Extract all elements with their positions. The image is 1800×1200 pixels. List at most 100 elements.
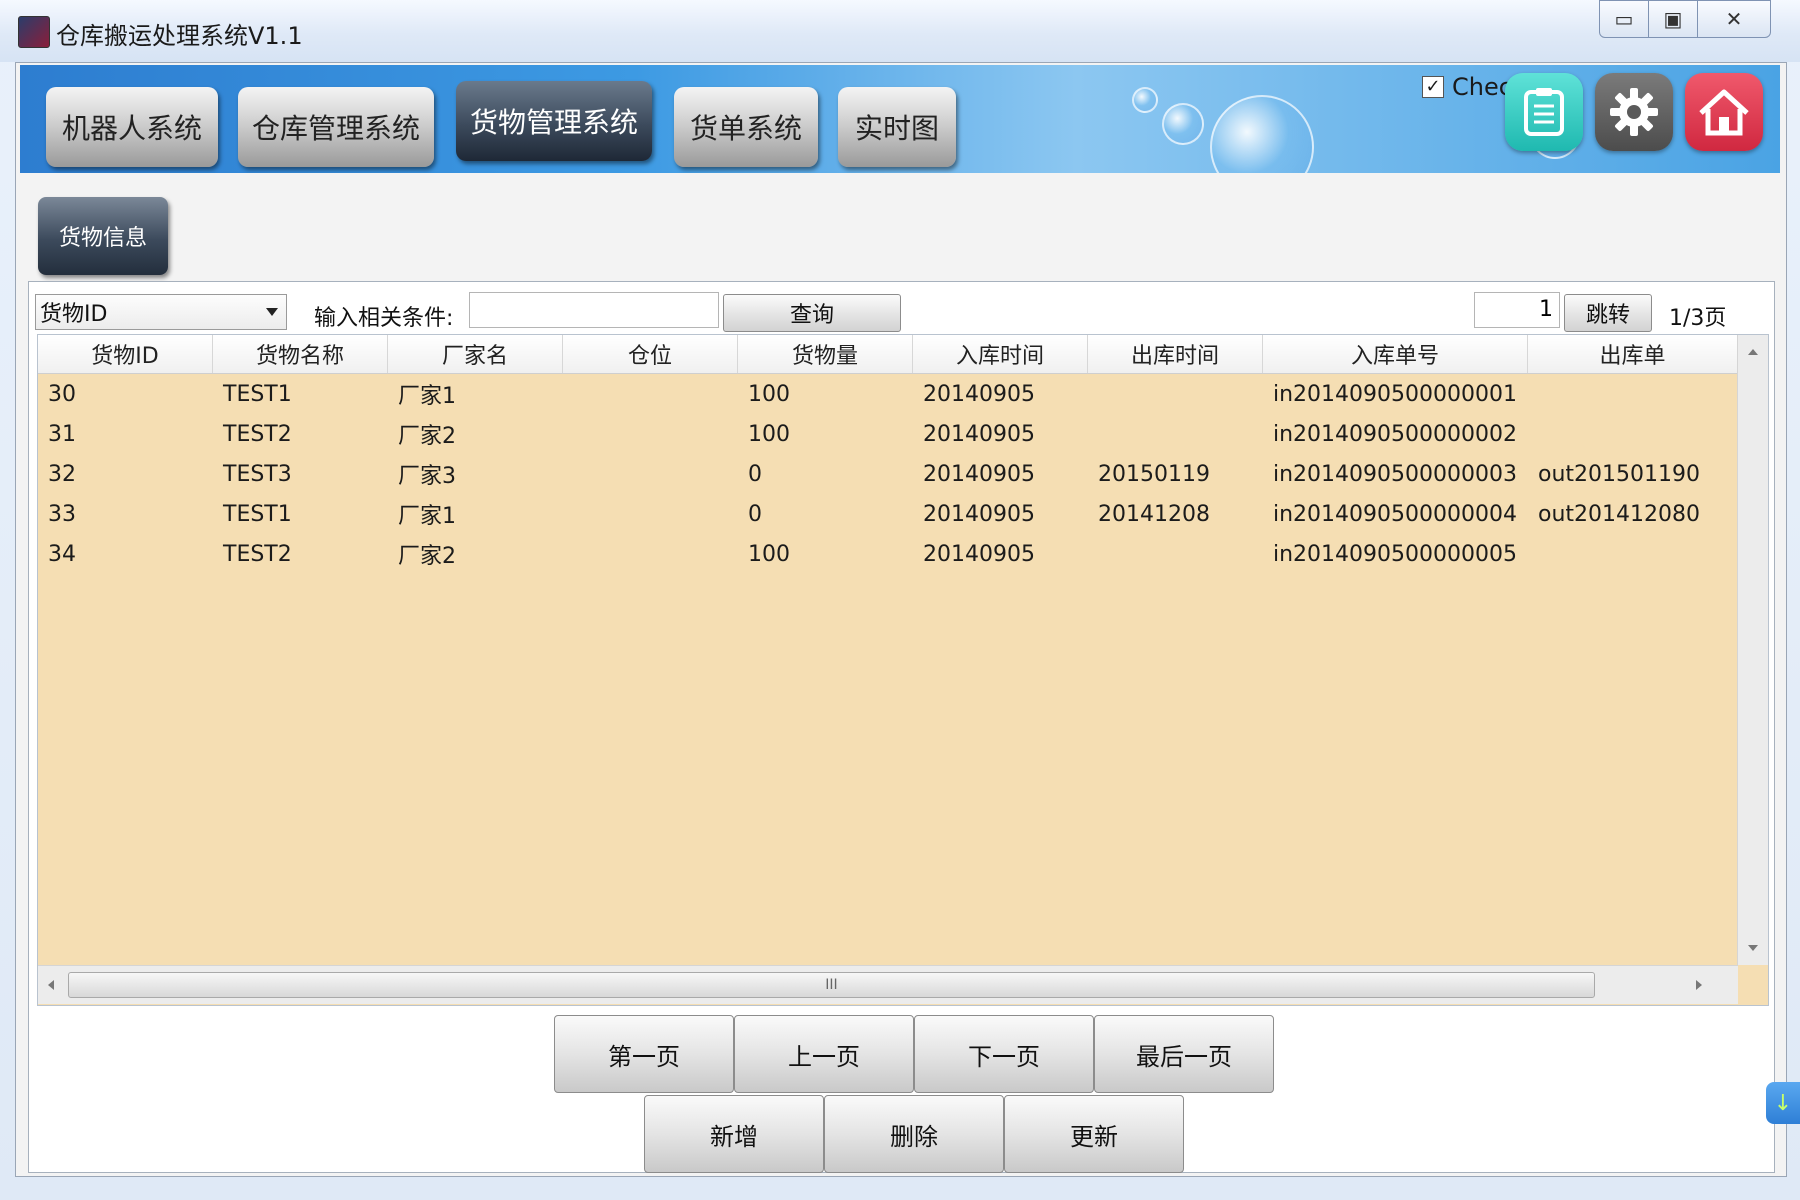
table-cell: in2014090500000002 <box>1273 421 1518 447</box>
table-cell: 32 <box>48 461 76 487</box>
table-cell: 20141208 <box>1098 501 1210 527</box>
table-cell: TEST2 <box>223 541 292 567</box>
table-body: 30 TEST1 厂家1 100 20140905 in201409050000… <box>38 374 1738 964</box>
table-cell <box>563 374 738 414</box>
table-row[interactable]: 34 TEST2 厂家2 100 20140905 in201409050000… <box>38 534 1738 574</box>
table-cell: 20140905 <box>923 461 1035 487</box>
add-button[interactable]: 新增 <box>644 1095 824 1173</box>
table-header: 货物ID 货物名称 厂家名 仓位 货物量 入库时间 出库时间 入库单号 出库单 <box>38 335 1738 374</box>
table-cell <box>563 534 738 574</box>
tab-robot-system[interactable]: 机器人系统 <box>46 87 218 167</box>
table-cell: 厂家3 <box>398 464 456 489</box>
cargo-table: 货物ID 货物名称 厂家名 仓位 货物量 入库时间 出库时间 入库单号 出库单 … <box>37 334 1769 1006</box>
next-page-button[interactable]: 下一页 <box>914 1015 1094 1093</box>
home-button[interactable] <box>1685 73 1763 151</box>
tab-cargo-management[interactable]: 货物管理系统 <box>456 81 652 161</box>
scroll-left-icon[interactable] <box>48 980 54 990</box>
page-number-input[interactable]: 1 <box>1474 292 1560 328</box>
table-cell: 厂家1 <box>398 504 456 529</box>
table-cell <box>563 414 738 454</box>
previous-page-button[interactable]: 上一页 <box>734 1015 914 1093</box>
horizontal-scroll-thumb[interactable]: III <box>68 972 1595 998</box>
table-cell: 100 <box>748 421 790 447</box>
column-header[interactable]: 出库单 <box>1528 335 1738 373</box>
main-frame: 机器人系统 仓库管理系统 货物管理系统 货单系统 实时图 ✓ Check 货物信… <box>15 62 1787 1177</box>
table-cell <box>1088 374 1263 414</box>
header-banner: 机器人系统 仓库管理系统 货物管理系统 货单系统 实时图 ✓ Check <box>20 65 1780 173</box>
page-indicator: 1/3页 <box>1669 306 1727 331</box>
home-icon <box>1699 89 1749 136</box>
column-header[interactable]: 货物ID <box>38 335 213 373</box>
table-cell: 20140905 <box>923 501 1035 527</box>
vertical-scrollbar[interactable] <box>1737 335 1768 965</box>
field-select[interactable]: 货物ID <box>35 294 287 330</box>
tab-warehouse-management[interactable]: 仓库管理系统 <box>238 87 434 167</box>
scroll-down-icon[interactable] <box>1748 945 1758 951</box>
gear-icon <box>1610 88 1658 136</box>
content-panel: 货物ID 输入相关条件: 查询 1 跳转 1/3页 货物ID 货物名称 厂家名 … <box>28 281 1775 1173</box>
table-cell: 厂家1 <box>398 384 456 409</box>
table-row[interactable]: 32 TEST3 厂家3 0 20140905 20150119 in20140… <box>38 454 1738 494</box>
last-page-button[interactable]: 最后一页 <box>1094 1015 1274 1093</box>
table-cell <box>563 494 738 534</box>
close-button[interactable]: ✕ <box>1697 0 1771 38</box>
table-cell: in2014090500000001 <box>1273 381 1518 407</box>
column-header[interactable]: 仓位 <box>563 335 738 373</box>
download-arrow-icon[interactable]: ↓ <box>1766 1082 1800 1124</box>
check-checkbox[interactable]: ✓ <box>1422 76 1444 98</box>
scroll-right-icon[interactable] <box>1696 980 1702 990</box>
table-cell: 100 <box>748 541 790 567</box>
table-cell: 34 <box>48 541 76 567</box>
bubble-decoration <box>1210 95 1314 173</box>
delete-button[interactable]: 删除 <box>824 1095 1004 1173</box>
table-cell: in2014090500000003 <box>1273 461 1518 487</box>
tab-order-system[interactable]: 货单系统 <box>674 87 818 167</box>
horizontal-scrollbar[interactable]: III <box>38 965 1738 1004</box>
column-header[interactable]: 货物量 <box>738 335 913 373</box>
table-cell: 0 <box>748 501 762 527</box>
table-cell: 33 <box>48 501 76 527</box>
table-cell: 20140905 <box>923 421 1035 447</box>
table-row[interactable]: 33 TEST1 厂家1 0 20140905 20141208 in20140… <box>38 494 1738 534</box>
condition-input[interactable] <box>469 292 719 328</box>
table-cell: 20140905 <box>923 381 1035 407</box>
table-row[interactable]: 30 TEST1 厂家1 100 20140905 in201409050000… <box>38 374 1738 414</box>
table-cell <box>563 454 738 494</box>
maximize-button[interactable]: ▣ <box>1648 0 1698 38</box>
table-cell: 20140905 <box>923 541 1035 567</box>
table-cell <box>1528 534 1738 574</box>
column-header[interactable]: 货物名称 <box>213 335 388 373</box>
column-header[interactable]: 入库时间 <box>913 335 1088 373</box>
update-button[interactable]: 更新 <box>1004 1095 1184 1173</box>
table-cell <box>1088 414 1263 454</box>
minimize-button[interactable]: ▭ <box>1599 0 1649 38</box>
column-header[interactable]: 厂家名 <box>388 335 563 373</box>
first-page-button[interactable]: 第一页 <box>554 1015 734 1093</box>
table-cell <box>1088 534 1263 574</box>
table-cell: TEST2 <box>223 421 292 447</box>
query-button[interactable]: 查询 <box>723 294 901 332</box>
column-header[interactable]: 出库时间 <box>1088 335 1263 373</box>
clipboard-icon <box>1524 88 1564 136</box>
table-cell: in2014090500000004 <box>1273 501 1518 527</box>
table-cell: 0 <box>748 461 762 487</box>
table-cell: 厂家2 <box>398 544 456 569</box>
tab-realtime-map[interactable]: 实时图 <box>838 87 956 167</box>
table-cell: 30 <box>48 381 76 407</box>
scroll-up-icon[interactable] <box>1748 349 1758 355</box>
clipboard-button[interactable] <box>1505 73 1583 151</box>
tab-cargo-info[interactable]: 货物信息 <box>38 197 168 275</box>
bubble-decoration <box>1162 103 1204 145</box>
settings-button[interactable] <box>1595 73 1673 151</box>
table-cell: out201412080 <box>1538 501 1701 527</box>
condition-label: 输入相关条件: <box>314 306 454 331</box>
app-window: 仓库搬运处理系统V1.1 ▭ ▣ ✕ 机器人系统 仓库管理系统 货物管理系统 货… <box>0 0 1800 1200</box>
window-title: 仓库搬运处理系统V1.1 <box>56 22 303 50</box>
table-cell: TEST1 <box>223 501 292 527</box>
column-header[interactable]: 入库单号 <box>1263 335 1528 373</box>
jump-button[interactable]: 跳转 <box>1564 294 1652 332</box>
table-cell: out201501190 <box>1538 461 1701 487</box>
table-cell: 20150119 <box>1098 461 1210 487</box>
table-row[interactable]: 31 TEST2 厂家2 100 20140905 in201409050000… <box>38 414 1738 454</box>
field-select-value: 货物ID <box>40 302 108 327</box>
